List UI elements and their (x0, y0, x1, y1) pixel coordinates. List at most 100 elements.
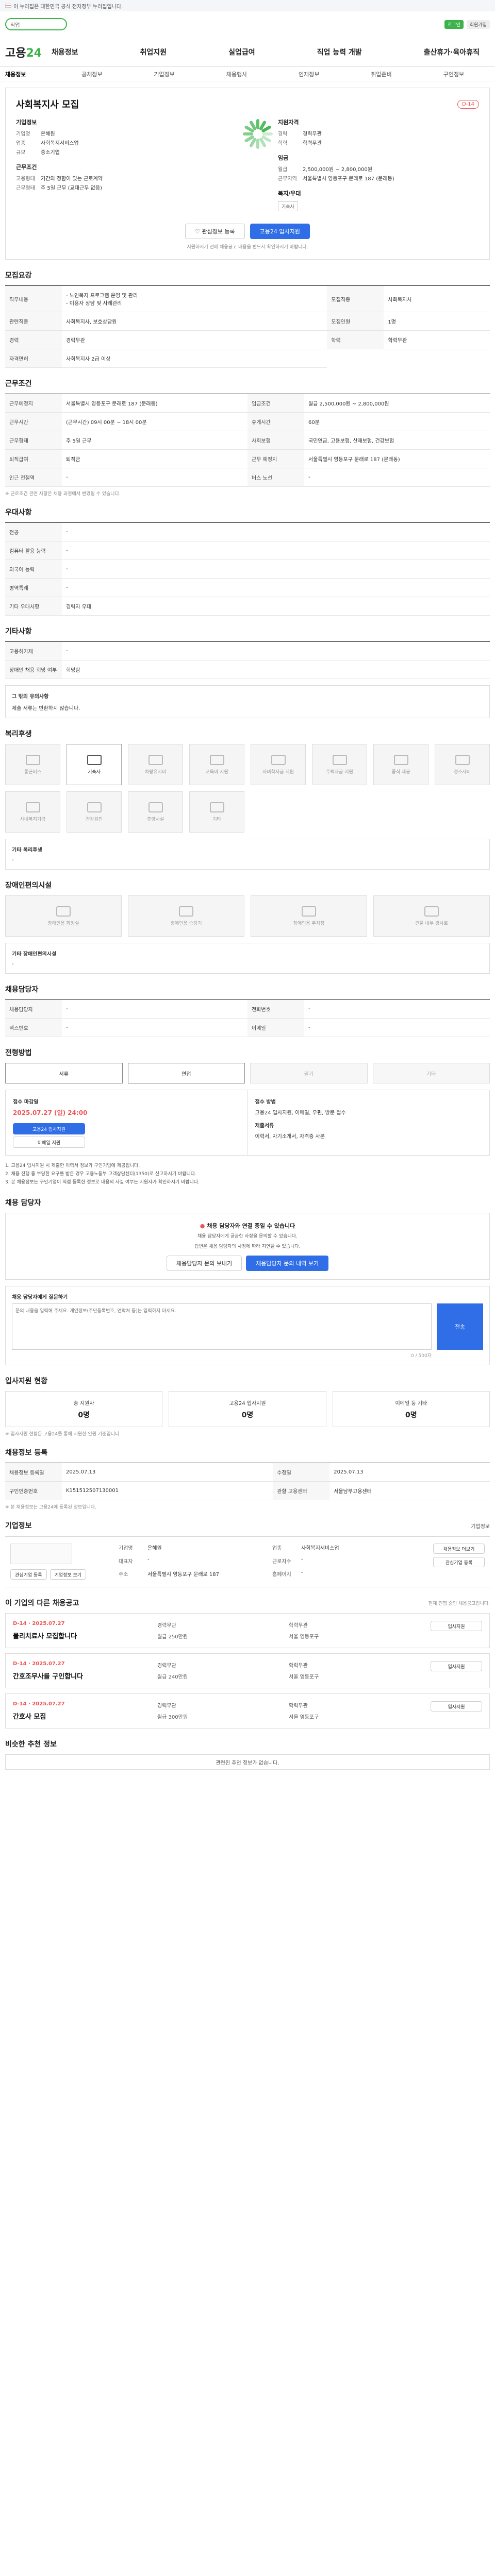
fine-line: 2. 채용 진행 중 부당한 요구를 받은 경우 고용노동부 고객상담센터(13… (5, 1172, 196, 1177)
welfare-item: 기숙사 (67, 744, 122, 785)
subnav-item[interactable]: 인재정보 (273, 70, 345, 78)
table-row: 채용정보 등록일 2025.07.13 수정일 2025.07.13 (5, 1463, 490, 1482)
scrap-button[interactable]: ♡ 관심정보 등록 (185, 224, 245, 239)
subnav-item[interactable]: 구인정보 (418, 70, 490, 78)
dday-badge: D-14 (457, 99, 479, 109)
welfare-item: 기타 (189, 791, 244, 833)
stat-card: 총 지원자 0명 (5, 1391, 163, 1428)
posting-apply-button[interactable]: 입사지원 (431, 1621, 482, 1632)
welfare-icon (271, 754, 286, 765)
posting-meta: 경력무관 (157, 1703, 176, 1709)
facility-icon (424, 906, 439, 917)
join-button[interactable]: 회원가입 (466, 20, 490, 29)
login-button[interactable]: 로그인 (444, 20, 464, 29)
char-counter: 0 / 500자 (411, 1353, 432, 1359)
inquiry-send-link[interactable]: 채용담당자 문의 보내기 (166, 1256, 242, 1272)
company-more-postings-button[interactable]: 채용정보 더보기 (433, 1544, 485, 1554)
company-detail-button[interactable]: 기업정보 보기 (50, 1569, 87, 1580)
facility-icon (179, 906, 193, 917)
table-row: 퇴직급여 퇴직금 근무 예정지 서울특별시 영등포구 문래로 187 (문래동) (5, 449, 490, 468)
welfare-item: 통근버스 (5, 744, 60, 785)
section-regi-title: 채용정보 등록 (5, 1449, 48, 1458)
gov-banner: 이 누리집은 대한민국 공식 전자정부 누리집입니다. (0, 0, 495, 11)
hire-method-item: 기타 (372, 1063, 490, 1083)
posting-card[interactable]: D-14 · 2025.07.27 물리치료사 모집합니다 경력무관 학력무관 월급 2… (5, 1613, 490, 1649)
hero-notice: 지원하시기 전에 채용공고 내용을 반드시 확인하시기 바랍니다. (187, 245, 308, 250)
gnb-item[interactable]: 취업지원 (140, 47, 167, 57)
stat-card: 고용24 입사지원 0명 (169, 1391, 326, 1428)
table-row: 직무내용 - 노인복지 프로그램 운영 및 관리 - 이용자 상담 및 사례관리 모… (5, 285, 490, 312)
posting-apply-button[interactable]: 입사지원 (431, 1661, 482, 1672)
apply-button[interactable]: 고용24 입사지원 (250, 224, 310, 239)
company-more-link[interactable]: 기업정보 (471, 1522, 490, 1530)
table-row: 장애인 채용 희망 여부 희망함 (5, 660, 490, 679)
table-row: 근무예정지 서울특별시 영등포구 문래로 187 (문래동) 임금조건 월급 2,50… (5, 394, 490, 413)
pref-table: 전공 - 컴퓨터 활용 능력 - 외국어 능력 - 병역특례 - 기타 우대사항 경력자 우대 (5, 522, 490, 616)
subnav-item[interactable]: 채용정보 (5, 70, 56, 78)
posting-title[interactable]: 물리치료사 모집합니다 (13, 1631, 157, 1640)
posting-card[interactable]: D-14 · 2025.07.27 간호사 모집 경력무관 학력무관 월급 300만원 서… (5, 1693, 490, 1729)
facility-grid: 장애인용 화장실 장애인용 승강기 장애인용 주차장 건물 내부 경사로 (5, 895, 490, 937)
inquiry-send-button[interactable]: 전송 (437, 1303, 483, 1350)
posting-card[interactable]: D-14 · 2025.07.27 간호조무사를 구인합니다 경력무관 학력무관 월급 … (5, 1653, 490, 1689)
company-fav-side-button[interactable]: 관심기업 등록 (433, 1557, 485, 1568)
posting-meta: 경력무관 (157, 1663, 176, 1669)
inquiry-history-link[interactable]: 채용담당자 문의 내역 보기 (246, 1256, 328, 1272)
section-postings-title: 이 기업의 다른 채용공고 현재 진행 중인 채용공고입니다. (5, 1599, 490, 1608)
subnav-item[interactable]: 기업정보 (128, 70, 201, 78)
hire-method-tabs: 서류 면접 필기 기타 (5, 1063, 490, 1083)
welfare-icon (455, 754, 470, 765)
subnav-item[interactable]: 채용행사 (201, 70, 273, 78)
gnb-item[interactable]: 채용정보 (52, 47, 78, 57)
company-card: 관심기업 등록 기업정보 보기 기업명 은혜원 업종 사회복지서비스업 대표자 - 근로자수… (5, 1536, 490, 1588)
fine-print: 1. 고용24 입사지원 시 제출한 이력서 정보가 구인기업에 제공됩니다. 2… (5, 1162, 490, 1187)
subnav-item[interactable]: 공채정보 (56, 70, 128, 78)
apply-online-button[interactable]: 고용24 입사지원 (13, 1123, 85, 1134)
table-row: 병역특례 - (5, 578, 490, 597)
section-recruiter-title: 채용담당자 (5, 986, 39, 994)
welfare-item: 건강검진 (67, 791, 122, 833)
posting-title[interactable]: 간호사 모집 (13, 1711, 157, 1721)
apply-info-box: 접수 마감일 2025.07.27 (일) 24:00 고용24 입사지원 이메… (5, 1090, 490, 1156)
posting-meta: 경력무관 (157, 1623, 176, 1629)
facility-icon (56, 906, 71, 917)
regi-table: 채용정보 등록일 2025.07.13 수정일 2025.07.13 구인인증번호 K15… (5, 1463, 490, 1501)
company-fav-button[interactable]: 관심기업 등록 (10, 1569, 47, 1580)
welfare-icon (209, 802, 224, 812)
posting-meta: 학력무관 (289, 1663, 308, 1669)
recruiter-contact-box: ● 채용 담당자와 연결 중일 수 있습니다 채용 담당자에게 궁금한 사항을 … (5, 1212, 490, 1280)
posting-apply-button[interactable]: 입사지원 (431, 1701, 482, 1712)
gnb-item[interactable]: 출산휴가·육아휴직 (424, 47, 480, 57)
search-input[interactable]: 직업 (5, 18, 67, 30)
hire-method-item: 서류 (5, 1063, 123, 1083)
kv-row: 월급 2,500,000원 ~ 2,800,000원 (278, 167, 372, 173)
table-row: 외국어 능력 - (5, 560, 490, 579)
gnb-item[interactable]: 직업 능력 개발 (317, 47, 362, 57)
welfare-extra-box: 기타 복리후생 - (5, 839, 490, 870)
table-row: 관련직종 사회복지사, 보호상담원 모집인원 1명 (5, 312, 490, 331)
posting-meta: 월급 300만원 (157, 1715, 188, 1721)
section-work-title: 근무조건 (5, 380, 32, 388)
gnb-item[interactable]: 실업급여 (228, 47, 255, 57)
apply-email-button[interactable]: 이메일 지원 (13, 1137, 85, 1148)
warning-icon: ● (200, 1222, 205, 1229)
inquiry-textarea[interactable] (12, 1303, 432, 1350)
section-stats-title: 입사지원 현황 (5, 1377, 48, 1386)
subnav-item[interactable]: 취업준비 (345, 70, 417, 78)
kv-row: 업종 사회복지서비스업 (16, 141, 79, 146)
cond-group: 근무조건 고용형태 기간의 정함이 있는 근로계약 근무형태 주 5일 근무 (교대근… (16, 163, 242, 191)
gov-banner-text: 이 누리집은 대한민국 공식 전자정부 누리집입니다. (13, 4, 123, 10)
welfare-item: 사내복지기금 (5, 791, 60, 833)
site-logo[interactable]: 고용24 (5, 44, 52, 60)
welfare-icon (148, 754, 163, 765)
welfare-icon (332, 754, 347, 765)
etc-notice-box: 그 밖의 유의사항 제출 서류는 반환하지 않습니다. (5, 685, 490, 718)
posting-meta: 학력무관 (289, 1703, 308, 1709)
posting-title[interactable]: 간호조무사를 구인합니다 (13, 1671, 157, 1681)
facility-item: 장애인용 화장실 (5, 895, 122, 937)
table-row: 기타 우대사항 경력자 우대 (5, 597, 490, 616)
posting-meta: 월급 250만원 (157, 1634, 188, 1640)
loading-spinner-icon (243, 119, 273, 149)
kv-row: 규모 중소기업 (16, 150, 60, 156)
work-table: 근무예정지 서울특별시 영등포구 문래로 187 (문래동) 임금조건 월급 2,50… (5, 394, 490, 487)
